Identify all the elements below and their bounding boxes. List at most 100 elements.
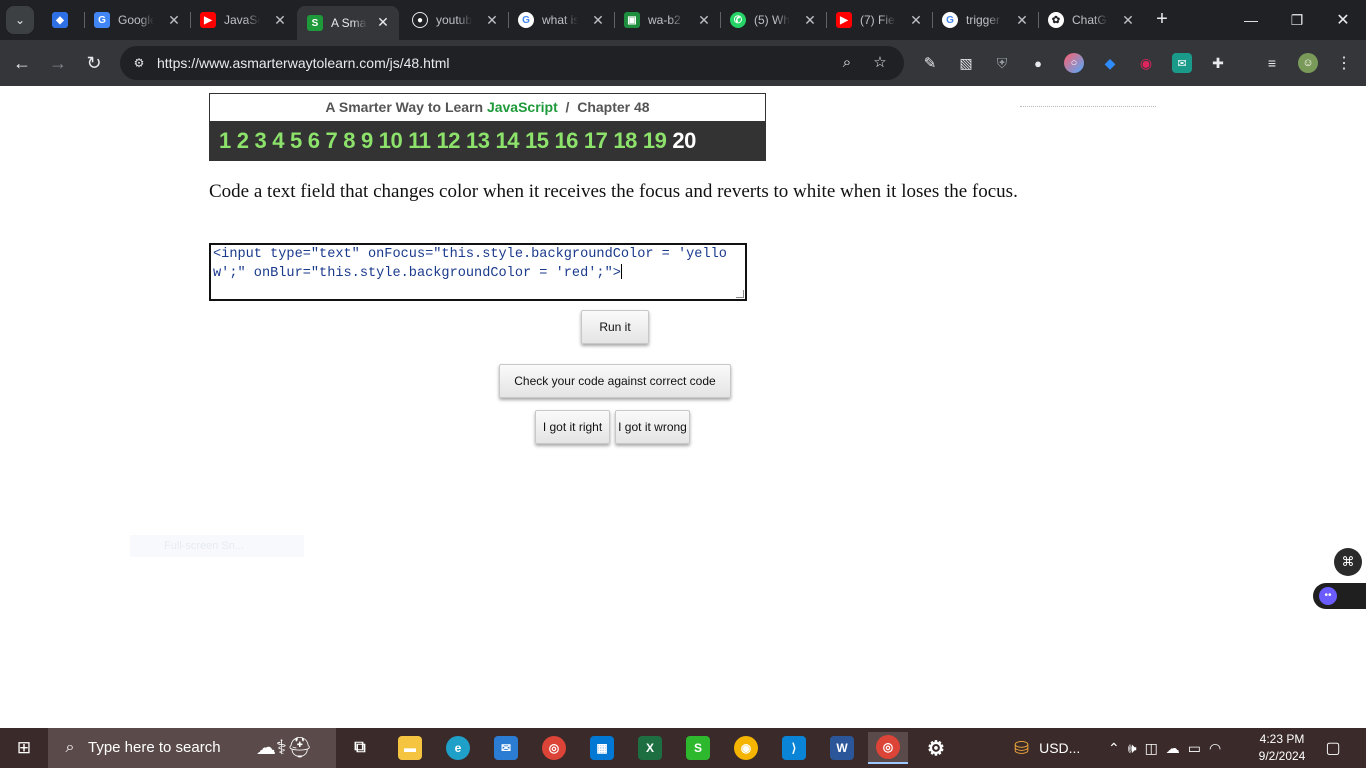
tab-wa-b2[interactable]: ▣ wa-b2 ✕ xyxy=(614,4,720,36)
exercise-link-15[interactable]: 15 xyxy=(525,128,549,154)
exercise-link-12[interactable]: 12 xyxy=(437,128,461,154)
colorful-ring-icon[interactable]: ○ xyxy=(1064,53,1084,73)
exercise-link-16[interactable]: 16 xyxy=(554,128,578,154)
exercise-link-9[interactable]: 9 xyxy=(361,128,373,154)
clock[interactable]: 4:23 PM 9/2/2024 xyxy=(1252,731,1312,765)
exercise-link-11[interactable]: 11 xyxy=(408,128,431,154)
close-tab-icon[interactable]: ✕ xyxy=(590,12,606,28)
wifi-icon[interactable]: ◠ xyxy=(1209,740,1221,757)
exercise-link-17[interactable]: 17 xyxy=(584,128,608,154)
chevron-up-icon[interactable]: ⌃ xyxy=(1108,740,1120,757)
volume-icon[interactable]: 🕪 xyxy=(1128,740,1137,757)
profile-avatar[interactable]: ☺ xyxy=(1298,53,1318,73)
exercise-link-13[interactable]: 13 xyxy=(466,128,490,154)
back-icon[interactable]: ← xyxy=(9,50,35,76)
chrome-active-icon[interactable]: ◎ xyxy=(868,732,908,764)
url-text[interactable]: https://www.asmarterwaytolearn.com/js/48… xyxy=(157,55,450,71)
reload-icon[interactable]: ↻ xyxy=(81,50,107,76)
minimize-icon[interactable]: — xyxy=(1228,0,1274,40)
exercise-link-8[interactable]: 8 xyxy=(343,128,355,154)
task-view-icon[interactable]: ⧉ xyxy=(340,732,380,764)
gem-extension-icon[interactable]: ◆ xyxy=(1100,53,1120,73)
restore-icon[interactable]: ❐ xyxy=(1274,0,1320,40)
close-tab-icon[interactable]: ✕ xyxy=(696,12,712,28)
close-window-icon[interactable]: ✕ xyxy=(1320,0,1366,40)
exercise-link-14[interactable]: 14 xyxy=(495,128,519,154)
eyedropper-icon[interactable]: ✎ xyxy=(920,53,940,73)
tab-chatgpt[interactable]: ✿ ChatGPT ✕ xyxy=(1038,4,1144,36)
ninja-icon[interactable]: ● xyxy=(1028,53,1048,73)
site-info-icon[interactable]: ⚙ xyxy=(130,54,148,72)
tab-what-is[interactable]: G what is ✕ xyxy=(508,4,614,36)
code-text[interactable]: <input type="text" onFocus="this.style.b… xyxy=(213,247,727,281)
search-placeholder[interactable]: Type here to search xyxy=(88,739,221,756)
tab-pinned-gem[interactable]: ◆ xyxy=(42,4,80,36)
exercise-link-5[interactable]: 5 xyxy=(290,128,302,154)
exercise-link-2[interactable]: 2 xyxy=(237,128,249,154)
file-explorer-icon[interactable]: ▬ xyxy=(390,732,430,764)
tab-whatsapp[interactable]: ✆ (5) WhatsApp ✕ xyxy=(720,4,826,36)
close-tab-icon[interactable]: ✕ xyxy=(1120,12,1136,28)
sheets-app-icon[interactable]: S xyxy=(678,732,718,764)
close-tab-icon[interactable]: ✕ xyxy=(802,12,818,28)
address-bar[interactable]: ⚙ https://www.asmarterwaytolearn.com/js/… xyxy=(120,46,904,80)
floating-apps-icon[interactable]: ⌘ xyxy=(1334,548,1362,576)
onedrive-icon[interactable]: ☁ xyxy=(1166,740,1180,757)
resize-handle[interactable] xyxy=(736,290,744,298)
exercise-link-10[interactable]: 10 xyxy=(379,128,403,154)
tab-google-translate[interactable]: G Google Translate ✕ xyxy=(84,4,190,36)
store-icon[interactable]: ▦ xyxy=(582,732,622,764)
tab-smarter-way-active[interactable]: S A Smarter Way to Learn ✕ xyxy=(297,6,399,40)
exercise-link-3[interactable]: 3 xyxy=(255,128,267,154)
weather-widget[interactable]: ⛁ USD... xyxy=(1014,728,1080,768)
tab-youtube-github[interactable]: ● youtube ✕ xyxy=(402,4,508,36)
exercise-link-19[interactable]: 19 xyxy=(643,128,667,154)
new-tab-icon[interactable]: + xyxy=(1150,8,1174,32)
zoom-icon[interactable]: ⌕ xyxy=(838,54,856,72)
bookmark-star-icon[interactable]: ☆ xyxy=(871,54,889,72)
check-code-button[interactable]: Check your code against correct code xyxy=(499,364,731,398)
image-icon[interactable]: ▧ xyxy=(956,53,976,73)
close-tab-icon[interactable]: ✕ xyxy=(1014,12,1030,28)
settings-icon[interactable]: ⚙ xyxy=(916,732,956,764)
got-it-wrong-button[interactable]: I got it wrong xyxy=(615,410,690,444)
got-it-right-button[interactable]: I got it right xyxy=(535,410,610,444)
word-icon[interactable]: W xyxy=(822,732,862,764)
forward-icon[interactable]: → xyxy=(45,50,71,76)
exercise-link-current[interactable]: 20 xyxy=(672,128,696,154)
shield-icon[interactable]: ⛨ xyxy=(992,53,1012,73)
run-it-button[interactable]: Run it xyxy=(581,310,649,344)
exercise-link-6[interactable]: 6 xyxy=(308,128,320,154)
chrome-profile-icon[interactable]: ◎ xyxy=(534,732,574,764)
vscode-icon[interactable]: ⟩ xyxy=(774,732,814,764)
meet-now-icon[interactable]: ◫ xyxy=(1145,740,1158,757)
exercise-link-18[interactable]: 18 xyxy=(613,128,637,154)
exercise-link-1[interactable]: 1 xyxy=(219,128,231,154)
windows-start-icon[interactable]: ⊞ xyxy=(0,728,48,768)
more-menu-icon[interactable]: ⋮ xyxy=(1334,53,1354,73)
close-tab-icon[interactable]: ✕ xyxy=(484,12,500,28)
code-textarea[interactable]: <input type="text" onFocus="this.style.b… xyxy=(209,243,747,301)
close-tab-icon[interactable]: ✕ xyxy=(908,12,924,28)
exercise-link-7[interactable]: 7 xyxy=(326,128,338,154)
excel-icon[interactable]: X xyxy=(630,732,670,764)
notifications-icon[interactable]: ▢ xyxy=(1322,738,1344,758)
mail-extension-icon[interactable]: ✉ xyxy=(1172,53,1192,73)
edge-icon[interactable]: e xyxy=(438,732,478,764)
close-tab-icon[interactable]: ✕ xyxy=(272,12,288,28)
tab-javascript[interactable]: ▶ JavaScript ✕ xyxy=(190,4,296,36)
chrome-icon[interactable]: ◉ xyxy=(726,732,766,764)
tab-field[interactable]: ▶ (7) Field ✕ xyxy=(826,4,932,36)
taskbar-search-box[interactable]: ⌕ Type here to search ☁⚕⛑ xyxy=(48,728,336,768)
record-icon[interactable]: ◉ xyxy=(1136,53,1156,73)
tab-search-icon[interactable]: ⌄ xyxy=(6,6,34,34)
extensions-puzzle-icon[interactable]: ✚ xyxy=(1208,53,1228,73)
tab-trigger[interactable]: G trigger ✕ xyxy=(932,4,1038,36)
floating-assistant[interactable]: •• xyxy=(1313,583,1366,609)
close-tab-icon[interactable]: ✕ xyxy=(375,14,391,30)
close-tab-icon[interactable]: ✕ xyxy=(166,12,182,28)
exercise-link-4[interactable]: 4 xyxy=(272,128,284,154)
battery-icon[interactable]: ▭ xyxy=(1188,740,1201,757)
media-control-icon[interactable]: ≡ xyxy=(1262,53,1282,73)
mail-icon[interactable]: ✉ xyxy=(486,732,526,764)
